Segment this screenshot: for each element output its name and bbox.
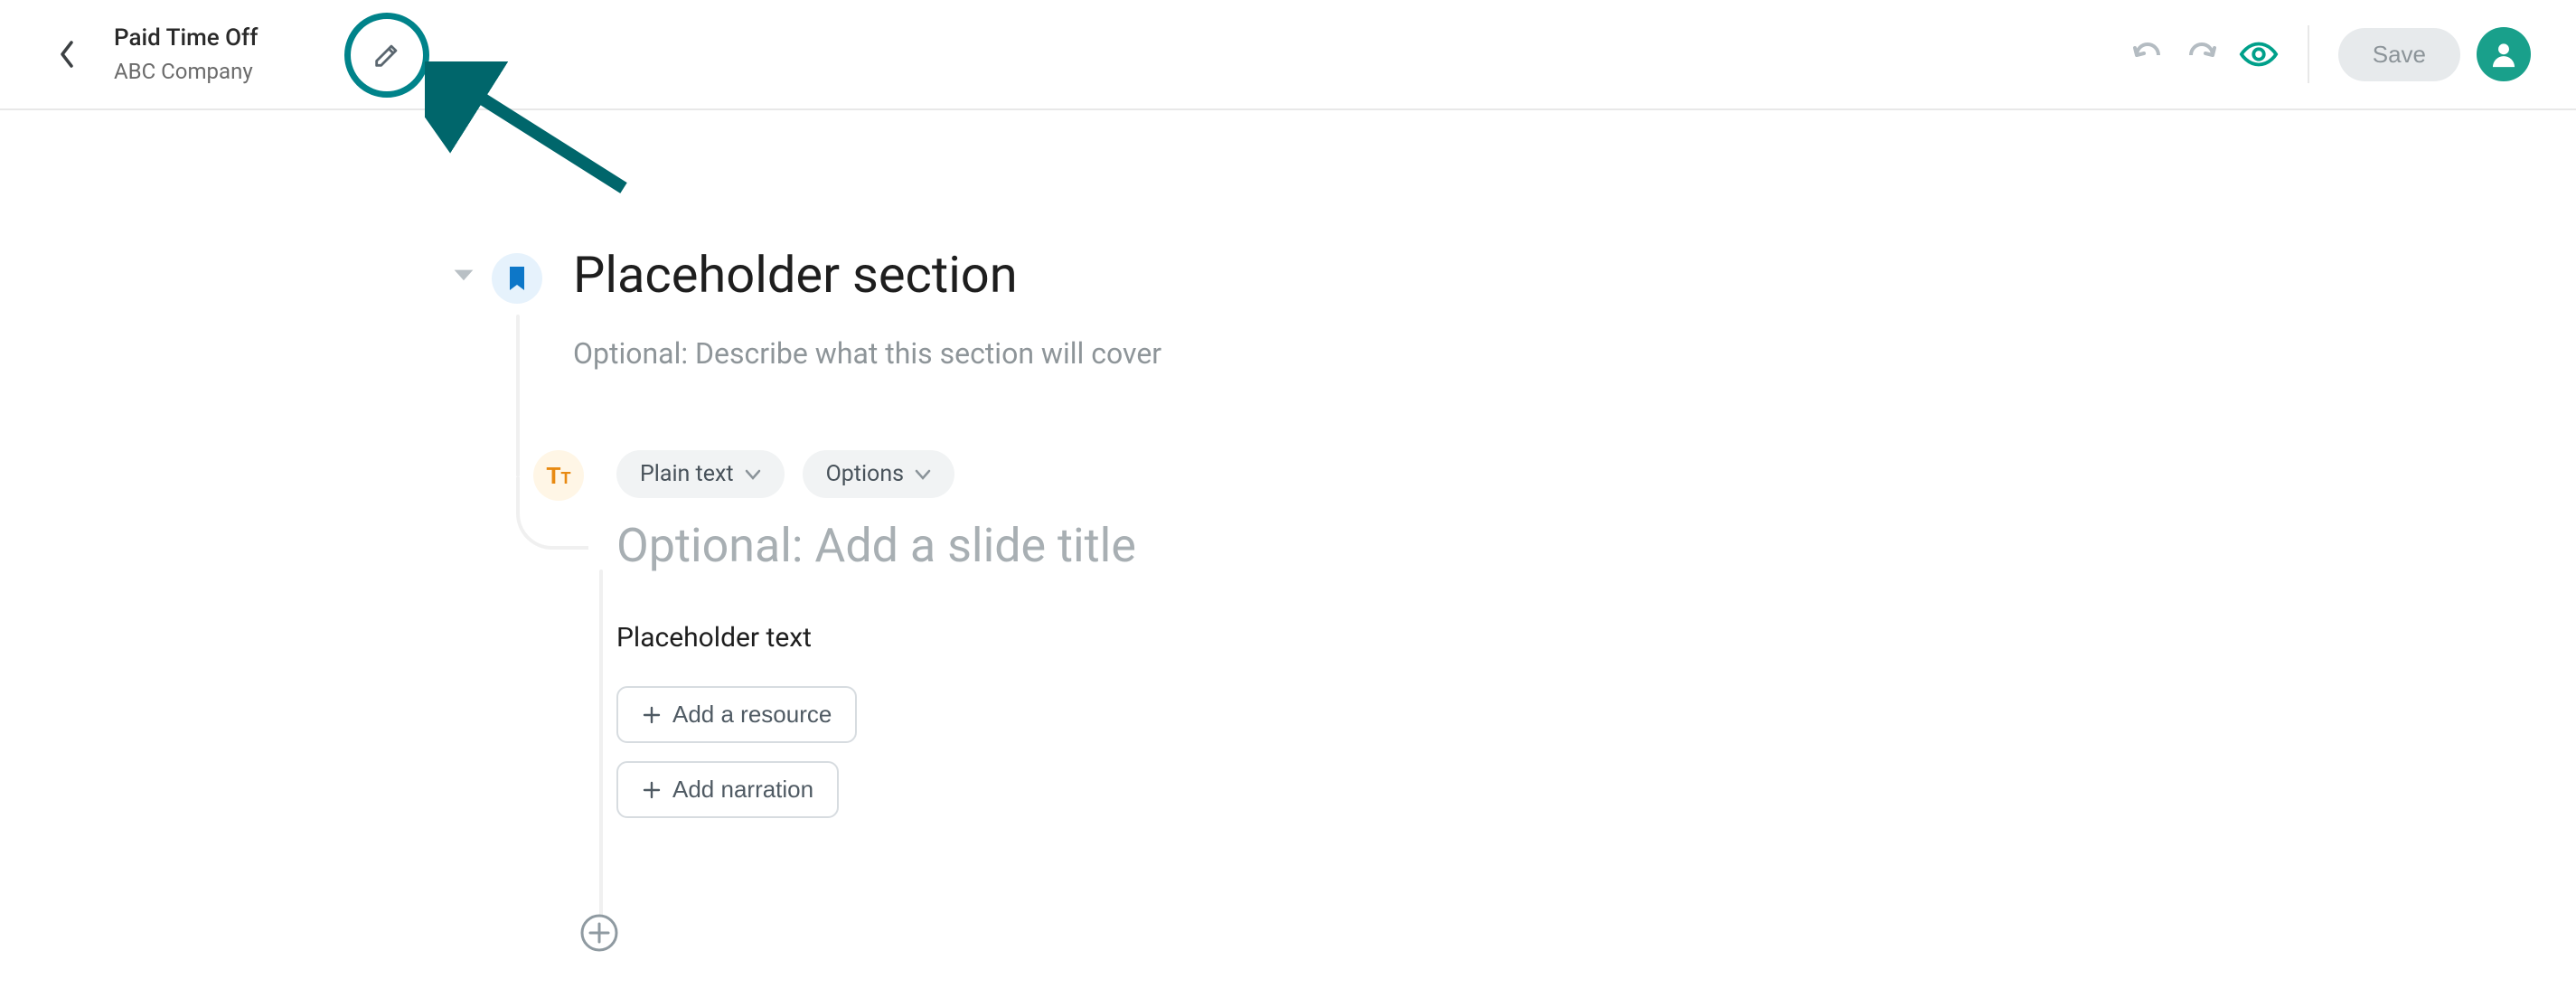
slide-type-dropdown[interactable]: Plain text	[616, 450, 785, 498]
plus-circle-icon	[579, 913, 619, 953]
slide-type-label: Plain text	[640, 461, 734, 487]
slide-body-text[interactable]: Placeholder text	[616, 622, 1136, 654]
collapse-section-toggle[interactable]	[452, 268, 475, 291]
preview-button[interactable]	[2239, 34, 2279, 74]
section-type-badge	[492, 253, 542, 304]
slide-title-input[interactable]: Optional: Add a slide title	[616, 518, 1136, 573]
add-resource-label: Add a resource	[672, 701, 832, 729]
save-button[interactable]: Save	[2338, 28, 2460, 81]
eye-icon	[2239, 40, 2279, 69]
add-resource-button[interactable]: Add a resource	[616, 686, 857, 743]
company-name: ABC Company	[114, 59, 258, 84]
pencil-icon	[371, 40, 402, 71]
titles: Paid Time Off ABC Company	[114, 24, 258, 83]
add-slide-button[interactable]	[579, 913, 619, 953]
text-type-icon: TT	[547, 462, 571, 490]
user-icon	[2488, 39, 2519, 70]
bookmark-icon	[506, 265, 528, 292]
project-title: Paid Time Off	[114, 24, 258, 52]
plus-icon	[642, 780, 662, 800]
plus-icon	[642, 705, 662, 725]
redo-button[interactable]	[2183, 34, 2223, 74]
chevron-down-icon	[452, 268, 475, 284]
slide-options-dropdown[interactable]: Options	[803, 450, 954, 498]
user-avatar[interactable]	[2477, 27, 2531, 81]
chevron-down-icon	[915, 469, 931, 480]
slide-type-badge: TT	[533, 450, 584, 501]
divider	[2308, 25, 2309, 83]
edit-button[interactable]	[344, 13, 429, 98]
chevron-down-icon	[745, 469, 761, 480]
back-button[interactable]	[45, 33, 89, 76]
undo-button[interactable]	[2127, 34, 2167, 74]
tree-connector	[516, 315, 520, 477]
section-title[interactable]: Placeholder section	[573, 246, 1161, 304]
add-narration-button[interactable]: Add narration	[616, 761, 839, 818]
add-narration-label: Add narration	[672, 776, 813, 804]
section-description-placeholder[interactable]: Optional: Describe what this section wil…	[573, 336, 1161, 371]
slide-options-label: Options	[826, 461, 904, 487]
undo-icon	[2131, 42, 2162, 66]
redo-icon	[2187, 42, 2218, 66]
